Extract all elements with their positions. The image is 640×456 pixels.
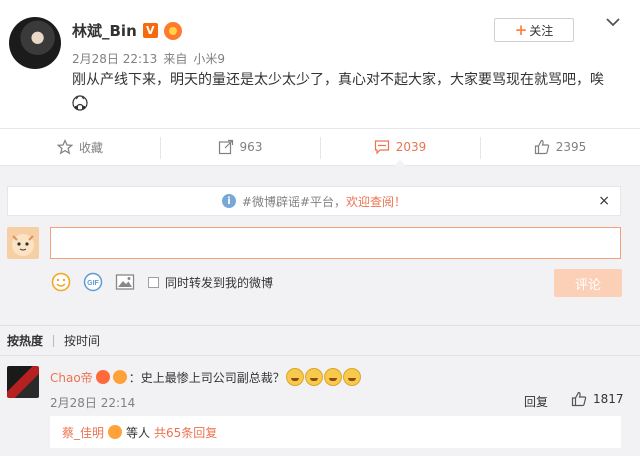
- repost-checkbox[interactable]: [148, 276, 159, 288]
- comment-section: i #微博辟谣#平台， 欢迎查阅！ × GIF 同时转发到我的微博 评论 按热度…: [0, 166, 640, 456]
- submit-comment-button[interactable]: 评论: [554, 269, 622, 297]
- comment-line: Chao帝 ：史上最惨上司公司副总裁？: [50, 368, 361, 386]
- favorite-button[interactable]: 收藏: [0, 129, 160, 165]
- repost-icon: [218, 139, 233, 155]
- medal-icon[interactable]: [163, 21, 182, 40]
- doge-emoji-icon: [304, 368, 323, 386]
- follow-button[interactable]: + 关注: [494, 18, 574, 42]
- repost-count: 963: [239, 140, 263, 154]
- sub-reply-summary[interactable]: 蔡_佳明 等人 共65条回复: [50, 416, 621, 448]
- action-bar: 收藏 963 2039 2395: [0, 128, 640, 166]
- favorite-label: 收藏: [78, 140, 103, 155]
- notice-link[interactable]: 欢迎查阅！: [346, 193, 406, 210]
- close-icon[interactable]: ×: [598, 193, 610, 209]
- doge-emoji-icon: [285, 368, 304, 386]
- notice-text: #微博辟谣#平台，: [241, 194, 347, 209]
- post-date[interactable]: 2月28日 22:13: [72, 52, 157, 66]
- post-body: 刚从产线下来，明天的量还是太少太少了，真心对不起大家，大家要骂现在就骂吧，唉: [72, 72, 604, 88]
- follow-label: 关注: [529, 23, 554, 38]
- divider: [53, 334, 55, 347]
- fan-badge-icon[interactable]: [108, 425, 123, 439]
- comment-toolbar: GIF 同时转发到我的微博: [50, 269, 273, 295]
- verified-badge-icon[interactable]: V: [142, 23, 158, 38]
- weibo-post: 林斌_Bin V 2月28日 22:13 来自 小米9 刚从产线下来，明天的量还是太…: [0, 0, 640, 128]
- thumbs-up-icon: [534, 139, 549, 155]
- doge-emoji-icon: [323, 368, 342, 386]
- author-name[interactable]: 林斌_Bin: [72, 20, 137, 41]
- plus-icon: +: [514, 21, 528, 39]
- svg-text:GIF: GIF: [87, 280, 99, 287]
- sort-by-hot-tab[interactable]: 按热度: [7, 332, 43, 349]
- comment-time: 2月28日 22:14: [50, 396, 136, 410]
- comment-like-count: 1817: [593, 392, 624, 406]
- doge-emoji-icon: [342, 368, 361, 386]
- like-button[interactable]: 2395: [480, 129, 640, 165]
- comment-text: ：史上最惨上司公司副总裁？: [128, 370, 285, 385]
- my-avatar[interactable]: [7, 227, 39, 259]
- sort-by-time-tab[interactable]: 按时间: [64, 332, 100, 349]
- comment-item: Chao帝 ：史上最惨上司公司副总裁？ 2月28日 22:14 回复 1817 …: [0, 355, 640, 456]
- sub-reply-text: 等人: [126, 425, 151, 440]
- thumbs-up-icon: [571, 391, 587, 407]
- member-badge-icon[interactable]: [95, 370, 110, 384]
- author-avatar[interactable]: [9, 17, 61, 69]
- gif-icon[interactable]: GIF: [82, 271, 104, 293]
- source-prefix: 来自: [163, 52, 188, 66]
- rumor-notice: i #微博辟谣#平台， 欢迎查阅！ ×: [7, 186, 621, 216]
- comment-button[interactable]: 2039: [320, 129, 480, 166]
- sigh-emoji-icon: [72, 95, 88, 111]
- commenter-name[interactable]: Chao帝: [50, 369, 93, 386]
- like-count: 2395: [555, 140, 587, 154]
- image-icon[interactable]: [114, 271, 136, 293]
- comment-like-button[interactable]: 1817: [571, 391, 624, 407]
- comment-count: 2039: [395, 140, 427, 154]
- sub-reply-count[interactable]: 共65条回复: [154, 424, 217, 441]
- repost-button[interactable]: 963: [160, 129, 320, 165]
- sub-reply-user[interactable]: 蔡_佳明: [62, 424, 104, 441]
- post-meta: 2月28日 22:13 来自 小米9: [72, 50, 231, 67]
- repost-label: 同时转发到我的微博: [165, 275, 274, 290]
- fan-badge-icon[interactable]: [112, 370, 127, 384]
- post-source[interactable]: 小米9: [193, 52, 225, 66]
- star-icon: [56, 139, 73, 155]
- sort-tabs: 按热度 按时间: [0, 325, 640, 355]
- post-text: 刚从产线下来，明天的量还是太少太少了，真心对不起大家，大家要骂现在就骂吧，唉: [72, 68, 612, 116]
- reply-button[interactable]: 回复: [524, 393, 548, 410]
- comment-input[interactable]: [50, 227, 621, 259]
- chevron-down-icon[interactable]: [605, 14, 621, 30]
- info-icon: i: [221, 194, 236, 208]
- author-row: 林斌_Bin V: [72, 20, 182, 41]
- commenter-avatar[interactable]: [7, 366, 39, 398]
- emoji-icon[interactable]: [50, 271, 72, 293]
- comment-icon: [374, 140, 389, 155]
- cat-avatar-icon: [12, 234, 34, 256]
- repost-checkbox-label[interactable]: 同时转发到我的微博: [148, 274, 273, 291]
